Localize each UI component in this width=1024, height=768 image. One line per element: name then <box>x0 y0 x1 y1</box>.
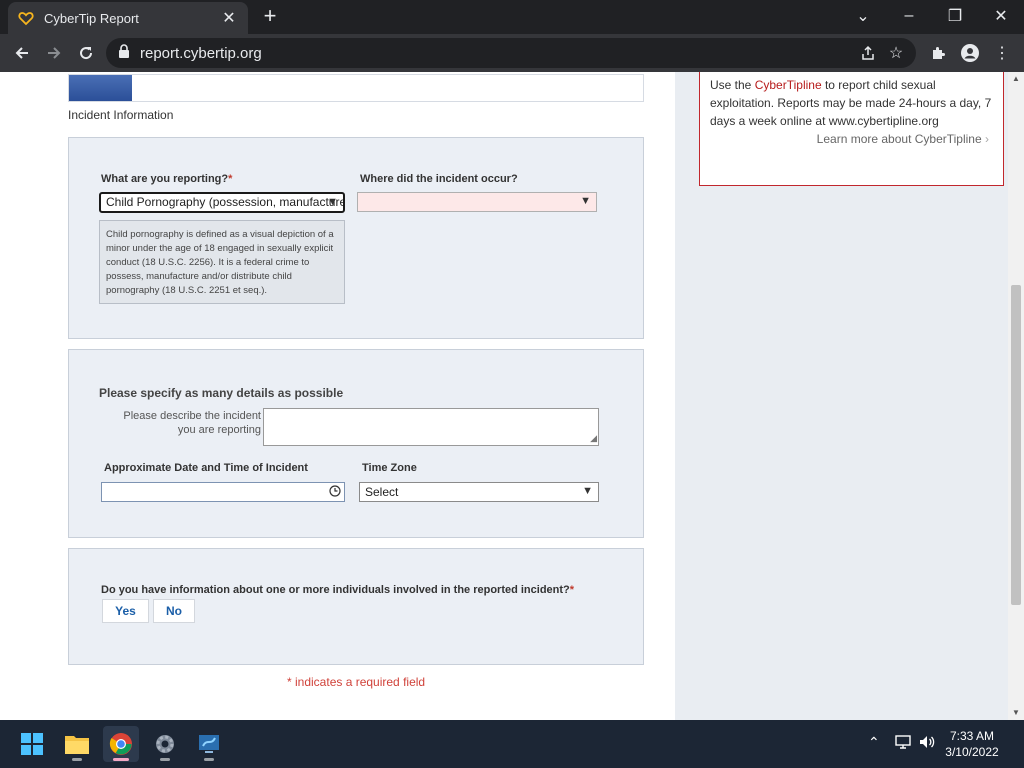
yes-button[interactable]: Yes <box>102 599 149 623</box>
chevron-down-icon: ▼ <box>580 195 591 207</box>
url-text[interactable]: report.cybertip.org <box>140 45 854 62</box>
clock-time: 7:33 AM <box>949 729 995 743</box>
browser-toolbar: report.cybertip.org ☆ ⋮ <box>0 34 1024 72</box>
tab-strip: CyberTip Report ✕ + ⌄ – ❐ ✕ <box>0 0 1024 34</box>
page-scrollbar[interactable]: ▲ ▼ <box>1008 72 1024 720</box>
tray-chevron-up-icon[interactable]: ⌃ <box>868 734 880 751</box>
minimize-icon[interactable]: – <box>886 0 932 32</box>
reporting-type-select[interactable]: Child Pornography (possession, manufactu… <box>99 192 345 213</box>
menu-kebab-icon[interactable]: ⋮ <box>986 37 1018 69</box>
cybertip-heart-icon <box>18 10 34 26</box>
individuals-panel: Do you have information about one or mor… <box>68 548 644 665</box>
tab-close-icon[interactable]: ✕ <box>220 8 238 28</box>
new-tab-icon[interactable]: + <box>258 5 282 29</box>
system-clock[interactable]: 7:33 AM 3/10/2022 <box>936 728 1008 760</box>
resize-grip-icon[interactable]: ◢ <box>590 433 597 444</box>
lock-icon[interactable] <box>118 43 130 63</box>
required-asterisk: * <box>569 584 575 596</box>
clock-date: 3/10/2022 <box>945 745 999 759</box>
settings-gear-icon[interactable] <box>147 726 183 762</box>
scrollbar-thumb[interactable] <box>1011 285 1021 605</box>
back-arrow-icon[interactable] <box>6 37 38 69</box>
details-title: Please specify as many details as possib… <box>99 386 344 400</box>
reporting-type-value: Child Pornography (possession, manufactu… <box>106 195 345 209</box>
describe-incident-label: Please describe the incident you are rep… <box>123 410 261 436</box>
learn-more-link[interactable]: Learn more about CyberTipline › <box>817 132 989 146</box>
progress-bar-fill <box>69 75 133 101</box>
cybertipline-link[interactable]: CyberTipline <box>755 78 822 92</box>
no-button[interactable]: No <box>153 599 195 623</box>
chrome-icon[interactable] <box>103 726 139 762</box>
file-explorer-icon[interactable] <box>59 726 95 762</box>
chevron-down-icon: ▼ <box>582 485 593 497</box>
windows-start-icon[interactable] <box>14 726 50 762</box>
datetime-label: Approximate Date and Time of Incident <box>104 462 308 474</box>
window-close-icon[interactable]: ✕ <box>978 0 1024 32</box>
incident-type-panel: What are you reporting?* Child Pornograp… <box>68 137 644 339</box>
required-asterisk: * <box>228 173 233 185</box>
timezone-label: Time Zone <box>362 462 417 474</box>
incident-datetime-input[interactable] <box>101 482 345 502</box>
info-sidebar: Use the CyberTipline to report child sex… <box>675 72 1008 720</box>
incident-description-textarea[interactable]: ◢ <box>263 408 599 446</box>
scroll-up-arrow-icon[interactable]: ▲ <box>1008 72 1024 86</box>
timezone-value: Select <box>365 485 399 499</box>
chevron-right-icon: › <box>985 132 989 146</box>
required-field-note: * indicates a required field <box>287 675 426 689</box>
cybertipline-info-box: Use the CyberTipline to report child sex… <box>699 72 1004 186</box>
extensions-puzzle-icon[interactable] <box>922 37 954 69</box>
tab-search-chevron-icon[interactable]: ⌄ <box>840 0 886 32</box>
cybertipline-info-text: Use the CyberTipline to report child sex… <box>710 78 992 128</box>
taskbar: ⌃ 7:33 AM 3/10/2022 <box>0 720 1024 768</box>
browser-tab[interactable]: CyberTip Report ✕ <box>8 2 248 34</box>
scroll-down-arrow-icon[interactable]: ▼ <box>1008 706 1024 720</box>
address-bar[interactable]: report.cybertip.org ☆ <box>106 38 916 68</box>
clock-icon[interactable] <box>329 485 341 500</box>
location-label: Where did the incident occur? <box>360 173 518 185</box>
reporting-label: What are you reporting?* <box>101 173 233 185</box>
bookmark-star-icon[interactable]: ☆ <box>882 39 910 67</box>
volume-icon[interactable] <box>918 734 936 753</box>
chevron-down-icon: ▼ <box>327 196 338 208</box>
profile-avatar-icon[interactable] <box>954 37 986 69</box>
details-panel: Please specify as many details as possib… <box>68 349 644 538</box>
timezone-select[interactable]: Select ▼ <box>359 482 599 502</box>
tab-title: CyberTip Report <box>44 10 139 26</box>
reporting-type-description: Child pornography is defined as a visual… <box>99 220 345 304</box>
forward-arrow-icon[interactable] <box>38 37 70 69</box>
remote-desktop-icon[interactable] <box>191 726 227 762</box>
individuals-question: Do you have information about one or mor… <box>101 584 575 596</box>
page-viewport: Incident Information What are you report… <box>0 72 1024 720</box>
progress-bar <box>68 74 644 102</box>
report-form-area: Incident Information What are you report… <box>0 72 675 720</box>
network-icon[interactable] <box>894 734 912 753</box>
step-label: Incident Information <box>68 108 174 122</box>
restore-icon[interactable]: ❐ <box>932 0 978 32</box>
reload-icon[interactable] <box>70 37 102 69</box>
location-select[interactable]: ▼ <box>357 192 597 212</box>
share-icon[interactable] <box>854 39 882 67</box>
